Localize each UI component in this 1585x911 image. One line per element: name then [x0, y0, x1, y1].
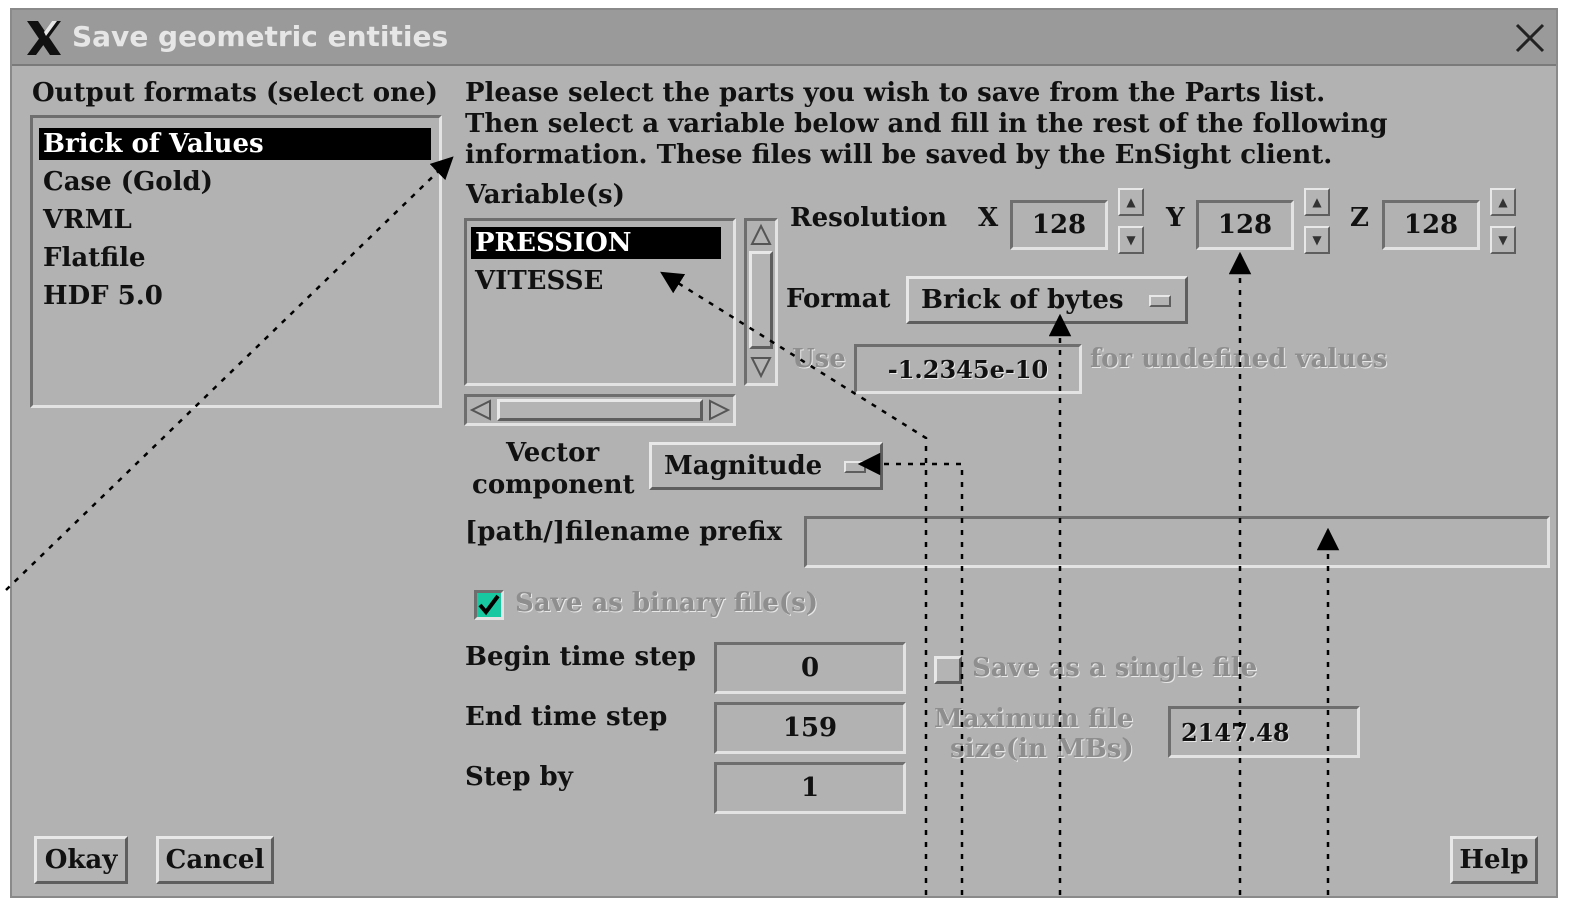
- variable-item-pression[interactable]: PRESSION: [471, 227, 721, 259]
- output-formats-list[interactable]: Brick of Values Case (Gold) VRML Flatfil…: [30, 115, 442, 408]
- max-file-size-label-line2: size(in MBs): [950, 734, 1134, 764]
- vector-label-line1: Vector: [506, 438, 600, 468]
- variable-item-vitesse[interactable]: VITESSE: [471, 265, 603, 297]
- variables-list[interactable]: PRESSION VITESSE: [464, 218, 736, 386]
- instruction-line-1: Please select the parts you wish to save…: [465, 78, 1326, 108]
- dropdown-indicator-icon: [1149, 295, 1171, 307]
- scroll-up-icon[interactable]: [750, 223, 772, 247]
- begin-time-step-value: 0: [800, 653, 820, 683]
- checkmark-icon: [478, 594, 500, 616]
- resolution-z-stepper[interactable]: ▲ ▼: [1490, 188, 1516, 254]
- max-file-size-label-line1: Maximum file: [934, 704, 1134, 734]
- resolution-y-stepper[interactable]: ▲ ▼: [1304, 188, 1330, 254]
- okay-button[interactable]: Okay: [34, 836, 128, 884]
- decrement-icon[interactable]: ▼: [1304, 226, 1330, 254]
- close-icon[interactable]: [1514, 22, 1546, 54]
- variables-vertical-scrollbar[interactable]: [744, 218, 778, 386]
- output-formats-label: Output formats (select one): [32, 78, 438, 108]
- resolution-y-value: 128: [1217, 210, 1273, 240]
- scroll-left-icon[interactable]: [469, 399, 493, 421]
- resolution-z-label: Z: [1350, 203, 1369, 233]
- filename-prefix-value: [807, 519, 1547, 565]
- horizontal-scroll-thumb[interactable]: [497, 399, 703, 421]
- save-binary-checkbox[interactable]: [474, 590, 504, 620]
- resolution-y-label: Y: [1166, 203, 1185, 233]
- resolution-label: Resolution: [790, 203, 948, 233]
- save-single-file-checkbox[interactable]: [934, 656, 962, 684]
- instruction-line-3: information. These files will be saved b…: [465, 140, 1333, 170]
- vector-label-line2: component: [472, 470, 635, 500]
- end-time-step-input[interactable]: 159: [714, 702, 906, 754]
- max-file-size-value: 2147.48: [1181, 717, 1290, 747]
- dropdown-indicator-icon: [844, 461, 866, 473]
- help-button[interactable]: Help: [1450, 836, 1538, 884]
- vector-component-dropdown[interactable]: Magnitude: [649, 442, 883, 490]
- use-label: Use: [792, 344, 846, 374]
- filename-prefix-label: [path/]filename prefix: [465, 517, 783, 547]
- step-by-value: 1: [800, 773, 820, 803]
- begin-time-step-label: Begin time step: [465, 642, 696, 672]
- format-item-flatfile[interactable]: Flatfile: [39, 242, 146, 274]
- save-binary-label: Save as binary file(s): [515, 588, 819, 618]
- increment-icon[interactable]: ▲: [1118, 188, 1144, 216]
- format-value: Brick of bytes: [921, 285, 1124, 315]
- end-time-step-value: 159: [782, 713, 838, 743]
- scroll-right-icon[interactable]: [707, 399, 731, 421]
- cancel-button[interactable]: Cancel: [156, 836, 274, 884]
- step-by-input[interactable]: 1: [714, 762, 906, 814]
- format-item-vrml[interactable]: VRML: [39, 204, 132, 236]
- undefined-value: -1.2345e-10: [887, 354, 1049, 384]
- resolution-z-field[interactable]: 128: [1382, 200, 1480, 250]
- decrement-icon[interactable]: ▼: [1118, 226, 1144, 254]
- format-label: Format: [786, 284, 891, 314]
- resolution-x-value: 128: [1031, 210, 1087, 240]
- variables-label: Variable(s): [466, 180, 625, 210]
- resolution-y-field[interactable]: 128: [1196, 200, 1294, 250]
- end-time-step-label: End time step: [465, 702, 668, 732]
- max-file-size-input[interactable]: 2147.48: [1168, 706, 1360, 758]
- title-bar[interactable]: Save geometric entities: [12, 10, 1556, 66]
- begin-time-step-input[interactable]: 0: [714, 642, 906, 694]
- format-item-hdf5[interactable]: HDF 5.0: [39, 280, 163, 312]
- undefined-value-field[interactable]: -1.2345e-10: [854, 344, 1082, 394]
- undefined-values-label: for undefined values: [1090, 344, 1388, 374]
- format-item-case-gold[interactable]: Case (Gold): [39, 166, 213, 198]
- vector-component-value: Magnitude: [664, 451, 823, 481]
- increment-icon[interactable]: ▲: [1304, 188, 1330, 216]
- step-by-label: Step by: [465, 762, 573, 792]
- vertical-scroll-thumb[interactable]: [749, 251, 773, 349]
- filename-prefix-input[interactable]: [804, 516, 1550, 568]
- x-logo-icon: [27, 21, 61, 55]
- resolution-z-value: 128: [1403, 210, 1459, 240]
- format-item-brick-of-values[interactable]: Brick of Values: [39, 128, 431, 160]
- format-dropdown[interactable]: Brick of bytes: [906, 276, 1188, 324]
- save-geometric-entities-dialog: Save geometric entities Output formats (…: [10, 8, 1558, 898]
- increment-icon[interactable]: ▲: [1490, 188, 1516, 216]
- instruction-line-2: Then select a variable below and fill in…: [465, 109, 1388, 139]
- save-single-file-label: Save as a single file: [972, 653, 1258, 683]
- resolution-x-field[interactable]: 128: [1010, 200, 1108, 250]
- variables-horizontal-scrollbar[interactable]: [464, 394, 736, 426]
- decrement-icon[interactable]: ▼: [1490, 226, 1516, 254]
- resolution-x-stepper[interactable]: ▲ ▼: [1118, 188, 1144, 254]
- window-title: Save geometric entities: [72, 20, 449, 53]
- resolution-x-label: X: [978, 203, 999, 233]
- scroll-down-icon[interactable]: [750, 355, 772, 379]
